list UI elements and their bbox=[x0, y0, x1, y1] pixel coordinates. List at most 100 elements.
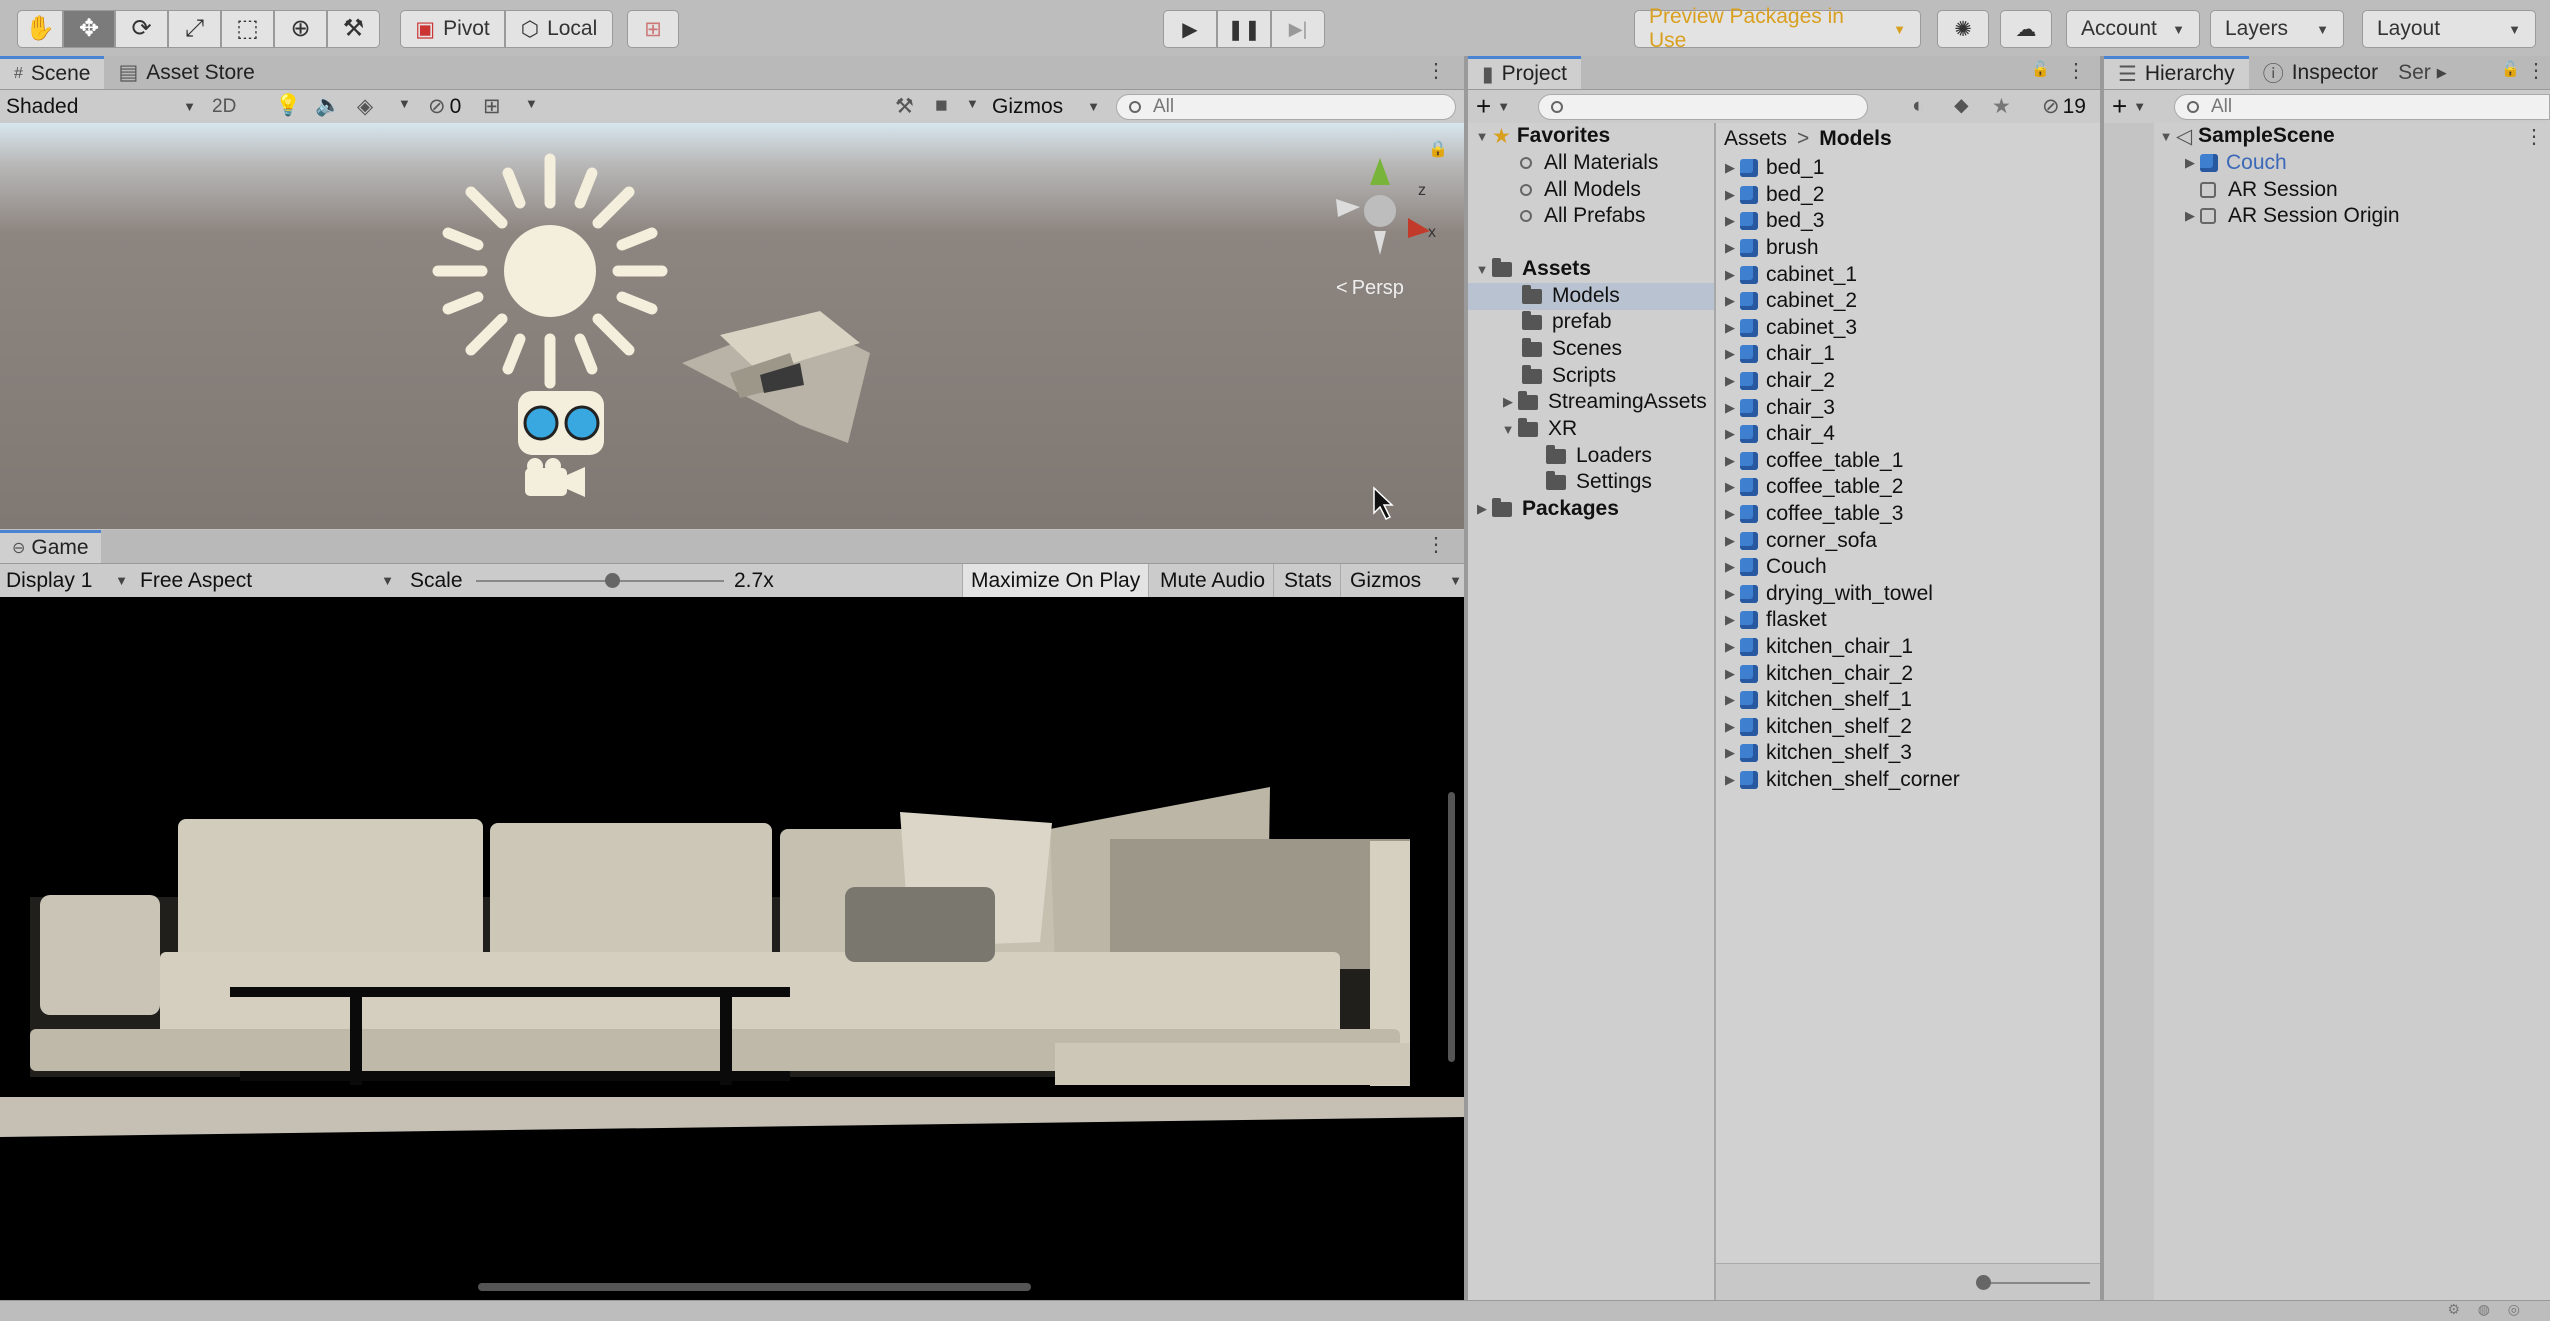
tab-game[interactable]: ⊖ Game bbox=[0, 530, 101, 563]
label-tag-icon[interactable]: ⬥ bbox=[1954, 94, 1969, 118]
stats-toggle[interactable]: Stats bbox=[1276, 564, 1341, 597]
list-item[interactable]: ▶ chair_2 bbox=[1716, 368, 2100, 395]
list-item[interactable]: ▶ coffee_table_2 bbox=[1716, 474, 2100, 501]
pause-button[interactable]: ❚❚ bbox=[1217, 10, 1271, 48]
folder-scripts[interactable]: Scripts bbox=[1522, 363, 1616, 390]
tab-hierarchy[interactable]: ☰ Hierarchy bbox=[2104, 56, 2249, 89]
network-icon[interactable]: ◎ bbox=[2508, 1301, 2520, 1318]
folder-prefab[interactable]: prefab bbox=[1522, 309, 1612, 336]
list-item[interactable]: ▶ coffee_table_1 bbox=[1716, 448, 2100, 475]
scale-slider-thumb[interactable] bbox=[605, 573, 621, 588]
custom-tool-button[interactable]: ⚒ bbox=[327, 10, 380, 48]
list-item[interactable]: ▶ coffee_table_3 bbox=[1716, 501, 2100, 528]
layers-dropdown[interactable]: Layers ▼ bbox=[2210, 10, 2344, 48]
list-item[interactable]: ▶ kitchen_shelf_1 bbox=[1716, 687, 2100, 714]
list-item[interactable]: ▶ cabinet_2 bbox=[1716, 288, 2100, 315]
list-item[interactable]: ▶ corner_sofa bbox=[1716, 527, 2100, 554]
aspect-dropdown[interactable]: Free Aspect ▼ bbox=[140, 564, 394, 597]
hierarchy-search-input[interactable]: All bbox=[2174, 94, 2550, 120]
list-item[interactable]: ▶ kitchen_shelf_2 bbox=[1716, 713, 2100, 740]
collab-button[interactable]: ☁ bbox=[2000, 10, 2052, 48]
effects-icon[interactable]: ◈ bbox=[357, 94, 373, 119]
services-button[interactable]: ✺ bbox=[1937, 10, 1989, 48]
progress-icon[interactable]: ◍ bbox=[2478, 1301, 2490, 1318]
scene-view[interactable]: z x < Persp 🔒 bbox=[0, 123, 1464, 529]
lighting-icon[interactable]: 💡 bbox=[275, 94, 301, 118]
scene-menu-icon[interactable]: ⋮ bbox=[2524, 124, 2544, 149]
list-item[interactable]: ▶ Couch bbox=[1716, 554, 2100, 581]
list-item[interactable]: ▶ kitchen_chair_2 bbox=[1716, 660, 2100, 687]
list-item[interactable]: ▶ brush bbox=[1716, 235, 2100, 262]
folder-models[interactable]: Models bbox=[1468, 283, 1714, 310]
pane-menu-icon[interactable]: ⋮ bbox=[2526, 58, 2546, 83]
list-item[interactable]: ▶ flasket bbox=[1716, 607, 2100, 634]
scene-search-input[interactable]: All bbox=[1116, 94, 1456, 120]
rotate-tool-button[interactable]: ⟳ bbox=[115, 10, 168, 48]
scene-gizmos-dropdown[interactable]: Gizmos ▼ bbox=[992, 90, 1100, 123]
favorite-item[interactable]: All Prefabs bbox=[1520, 203, 1646, 230]
scale-slider[interactable] bbox=[476, 573, 724, 588]
rect-tool-button[interactable]: ⬚ bbox=[221, 10, 274, 48]
display-dropdown[interactable]: Display 1 ▼ bbox=[6, 564, 128, 597]
chevron-down-icon[interactable]: ▼ bbox=[398, 96, 411, 111]
breadcrumb-item[interactable]: Assets bbox=[1724, 127, 1787, 151]
icon-size-slider-thumb[interactable] bbox=[1976, 1275, 1991, 1290]
breadcrumb-item[interactable]: Models bbox=[1819, 127, 1891, 151]
pivot-button[interactable]: ▣ Pivot bbox=[400, 10, 505, 48]
icon-size-slider[interactable] bbox=[1976, 1275, 2090, 1290]
tab-asset-store[interactable]: ▤ Asset Store bbox=[104, 56, 268, 89]
pane-menu-icon[interactable]: ⋮ bbox=[2066, 58, 2086, 83]
hierarchy-item-ar-session[interactable]: AR Session bbox=[2200, 177, 2338, 204]
list-item[interactable]: ▶ bed_1 bbox=[1716, 155, 2100, 182]
audio-icon[interactable]: 🔈 bbox=[315, 94, 341, 118]
debug-icon[interactable]: ⚙ bbox=[2447, 1301, 2460, 1318]
camera-gizmo-icon[interactable] bbox=[525, 458, 585, 497]
persp-label[interactable]: < Persp bbox=[1336, 277, 1404, 300]
lock-icon[interactable]: 🔒 bbox=[1428, 139, 1448, 159]
list-item[interactable]: ▶ cabinet_3 bbox=[1716, 315, 2100, 342]
couch-model[interactable] bbox=[682, 311, 870, 443]
folder-streamingassets[interactable]: ▶ StreamingAssets bbox=[1498, 389, 1707, 416]
camera-icon[interactable]: ■ bbox=[935, 94, 948, 118]
axis-gizmo[interactable]: z x bbox=[1336, 158, 1436, 255]
tab-inspector[interactable]: ⓘ Inspector bbox=[2249, 56, 2392, 89]
grid-toggle-icon[interactable]: ⊞ bbox=[483, 94, 501, 119]
folder-settings[interactable]: Settings bbox=[1546, 469, 1652, 496]
create-dropdown[interactable]: + ▼ bbox=[1476, 90, 1510, 123]
hierarchy-item-couch[interactable]: ▶ Couch bbox=[2180, 150, 2287, 177]
tools-icon[interactable]: ⚒ bbox=[895, 94, 914, 119]
account-dropdown[interactable]: Account ▼ bbox=[2066, 10, 2200, 48]
list-item[interactable]: ▶ chair_3 bbox=[1716, 394, 2100, 421]
project-search-input[interactable] bbox=[1538, 94, 1868, 120]
move-tool-button[interactable]: ✥ bbox=[63, 10, 115, 48]
preview-packages-button[interactable]: Preview Packages in Use ▼ bbox=[1634, 5, 1921, 52]
list-item[interactable]: ▶ bed_2 bbox=[1716, 182, 2100, 209]
tab-scene[interactable]: # Scene bbox=[0, 56, 105, 89]
shading-dropdown[interactable]: Shaded ▼ bbox=[6, 90, 196, 123]
tab-project[interactable]: ▮ Project bbox=[1468, 56, 1581, 89]
list-item[interactable]: ▶ chair_1 bbox=[1716, 341, 2100, 368]
mute-audio-toggle[interactable]: Mute Audio bbox=[1152, 564, 1275, 597]
scale-tool-button[interactable]: ⤢ bbox=[168, 10, 221, 48]
pane-menu-icon[interactable]: ⋮ bbox=[1426, 58, 1446, 83]
ar-session-icon[interactable] bbox=[518, 391, 604, 455]
list-item[interactable]: ▶ bed_3 bbox=[1716, 208, 2100, 235]
step-button[interactable]: ▶| bbox=[1271, 10, 1325, 48]
favorite-item[interactable]: All Materials bbox=[1520, 150, 1658, 177]
tab-services[interactable]: Ser ▶ bbox=[2392, 56, 2453, 89]
2d-toggle[interactable]: 2D bbox=[212, 90, 252, 123]
list-item[interactable]: ▶ kitchen_chair_1 bbox=[1716, 634, 2100, 661]
vertical-scrollbar[interactable] bbox=[1448, 792, 1455, 1062]
play-button[interactable]: ▶ bbox=[1163, 10, 1217, 48]
horizontal-scrollbar[interactable] bbox=[478, 1283, 1031, 1291]
favorite-item[interactable]: All Models bbox=[1520, 177, 1641, 204]
star-icon[interactable]: ★ bbox=[1992, 94, 2011, 119]
local-button[interactable]: ⬡ Local bbox=[505, 10, 613, 48]
folder-scenes[interactable]: Scenes bbox=[1522, 336, 1622, 363]
search-by-type-icon[interactable]: ◐ bbox=[1912, 94, 1925, 118]
list-item[interactable]: ▶ kitchen_shelf_corner bbox=[1716, 767, 2100, 794]
pane-menu-icon[interactable]: ⋮ bbox=[1426, 532, 1446, 557]
folder-loaders[interactable]: Loaders bbox=[1546, 443, 1652, 470]
list-item[interactable]: ▶ drying_with_towel bbox=[1716, 581, 2100, 608]
hidden-packages-toggle[interactable]: ⊘ 19 bbox=[2042, 90, 2086, 123]
